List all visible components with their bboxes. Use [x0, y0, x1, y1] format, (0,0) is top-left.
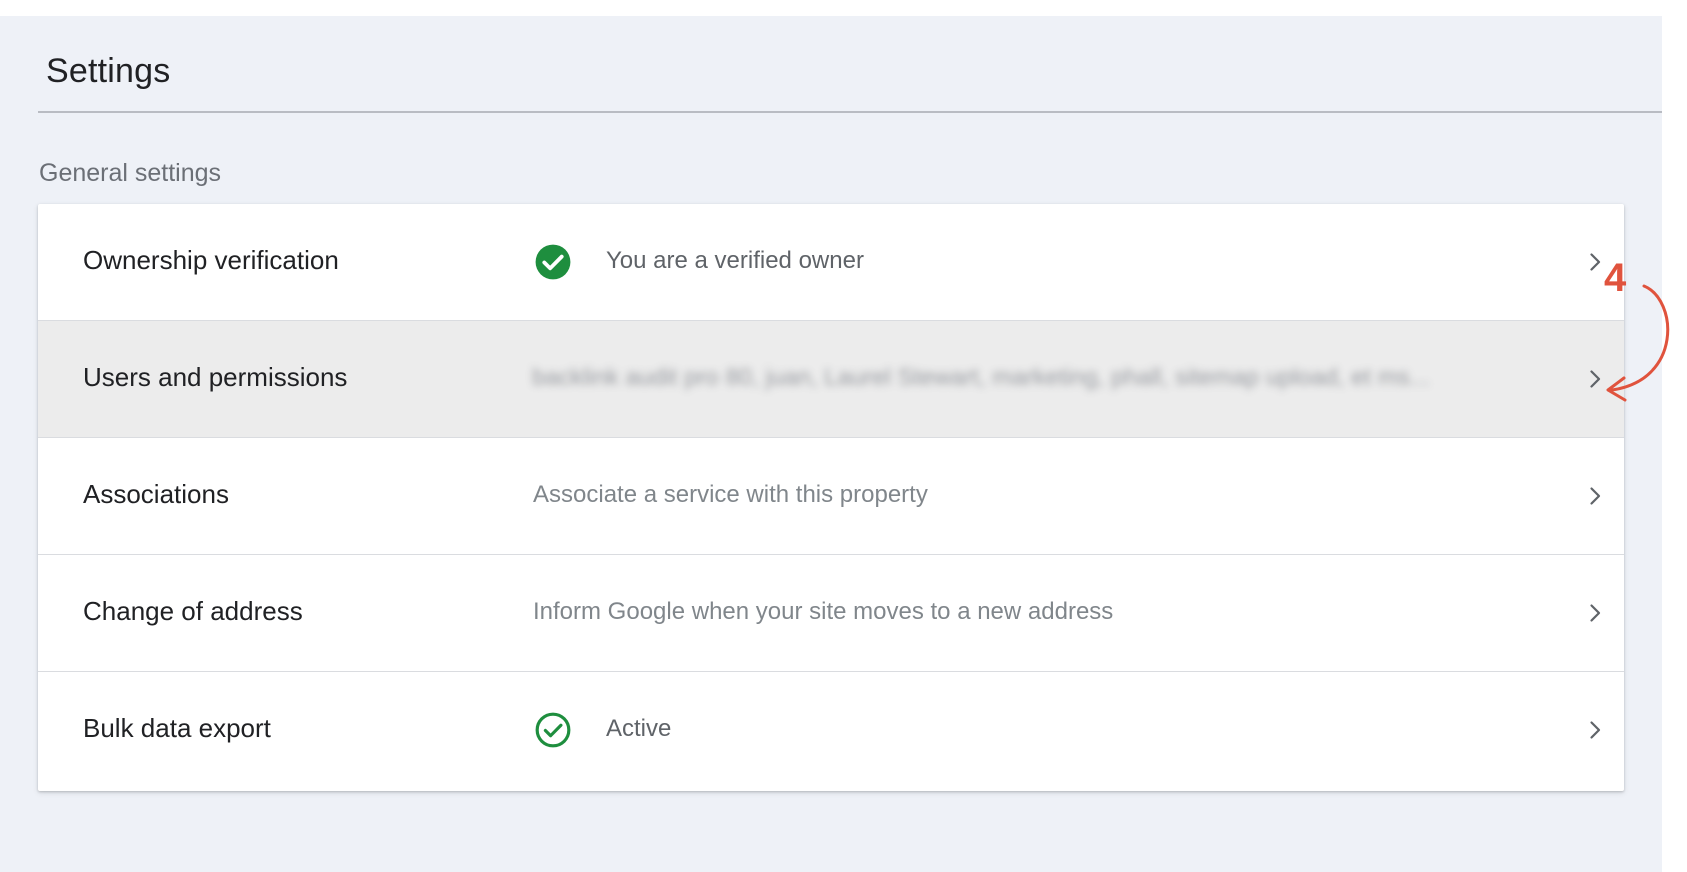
check-circle-filled-icon	[535, 244, 571, 280]
check-circle-outline-icon	[535, 712, 571, 748]
page-title: Settings	[46, 52, 171, 90]
general-settings-card: Ownership verification You are a verifie…	[38, 204, 1624, 791]
row-label: Bulk data export	[83, 713, 271, 743]
chevron-right-icon[interactable]	[1583, 484, 1607, 508]
row-value: You are a verified owner	[606, 247, 864, 274]
row-label: Users and permissions	[83, 362, 348, 392]
settings-row-bulk-data-export[interactable]: Bulk data export Active	[38, 672, 1624, 791]
users-list-value: backlink audit pro 80, juan, Laurel Stew…	[532, 364, 1430, 391]
section-label: General settings	[39, 159, 222, 187]
curved-arrow-icon	[1606, 284, 1670, 402]
settings-row-change-of-address[interactable]: Change of address Inform Google when you…	[38, 555, 1624, 672]
settings-row-ownership-verification[interactable]: Ownership verification You are a verifie…	[38, 204, 1624, 321]
settings-row-users-and-permissions[interactable]: Users and permissions backlink audit pro…	[38, 321, 1624, 438]
title-divider	[38, 111, 1662, 113]
row-value: Inform Google when your site moves to a …	[533, 598, 1114, 625]
row-value: Active	[606, 715, 672, 742]
chevron-right-icon[interactable]	[1583, 718, 1607, 742]
row-value: Associate a service with this property	[533, 481, 928, 508]
settings-row-associations[interactable]: Associations Associate a service with th…	[38, 438, 1624, 555]
row-label: Ownership verification	[83, 245, 339, 275]
row-label: Change of address	[83, 596, 303, 626]
row-label: Associations	[83, 479, 229, 509]
chevron-right-icon[interactable]	[1583, 601, 1607, 625]
